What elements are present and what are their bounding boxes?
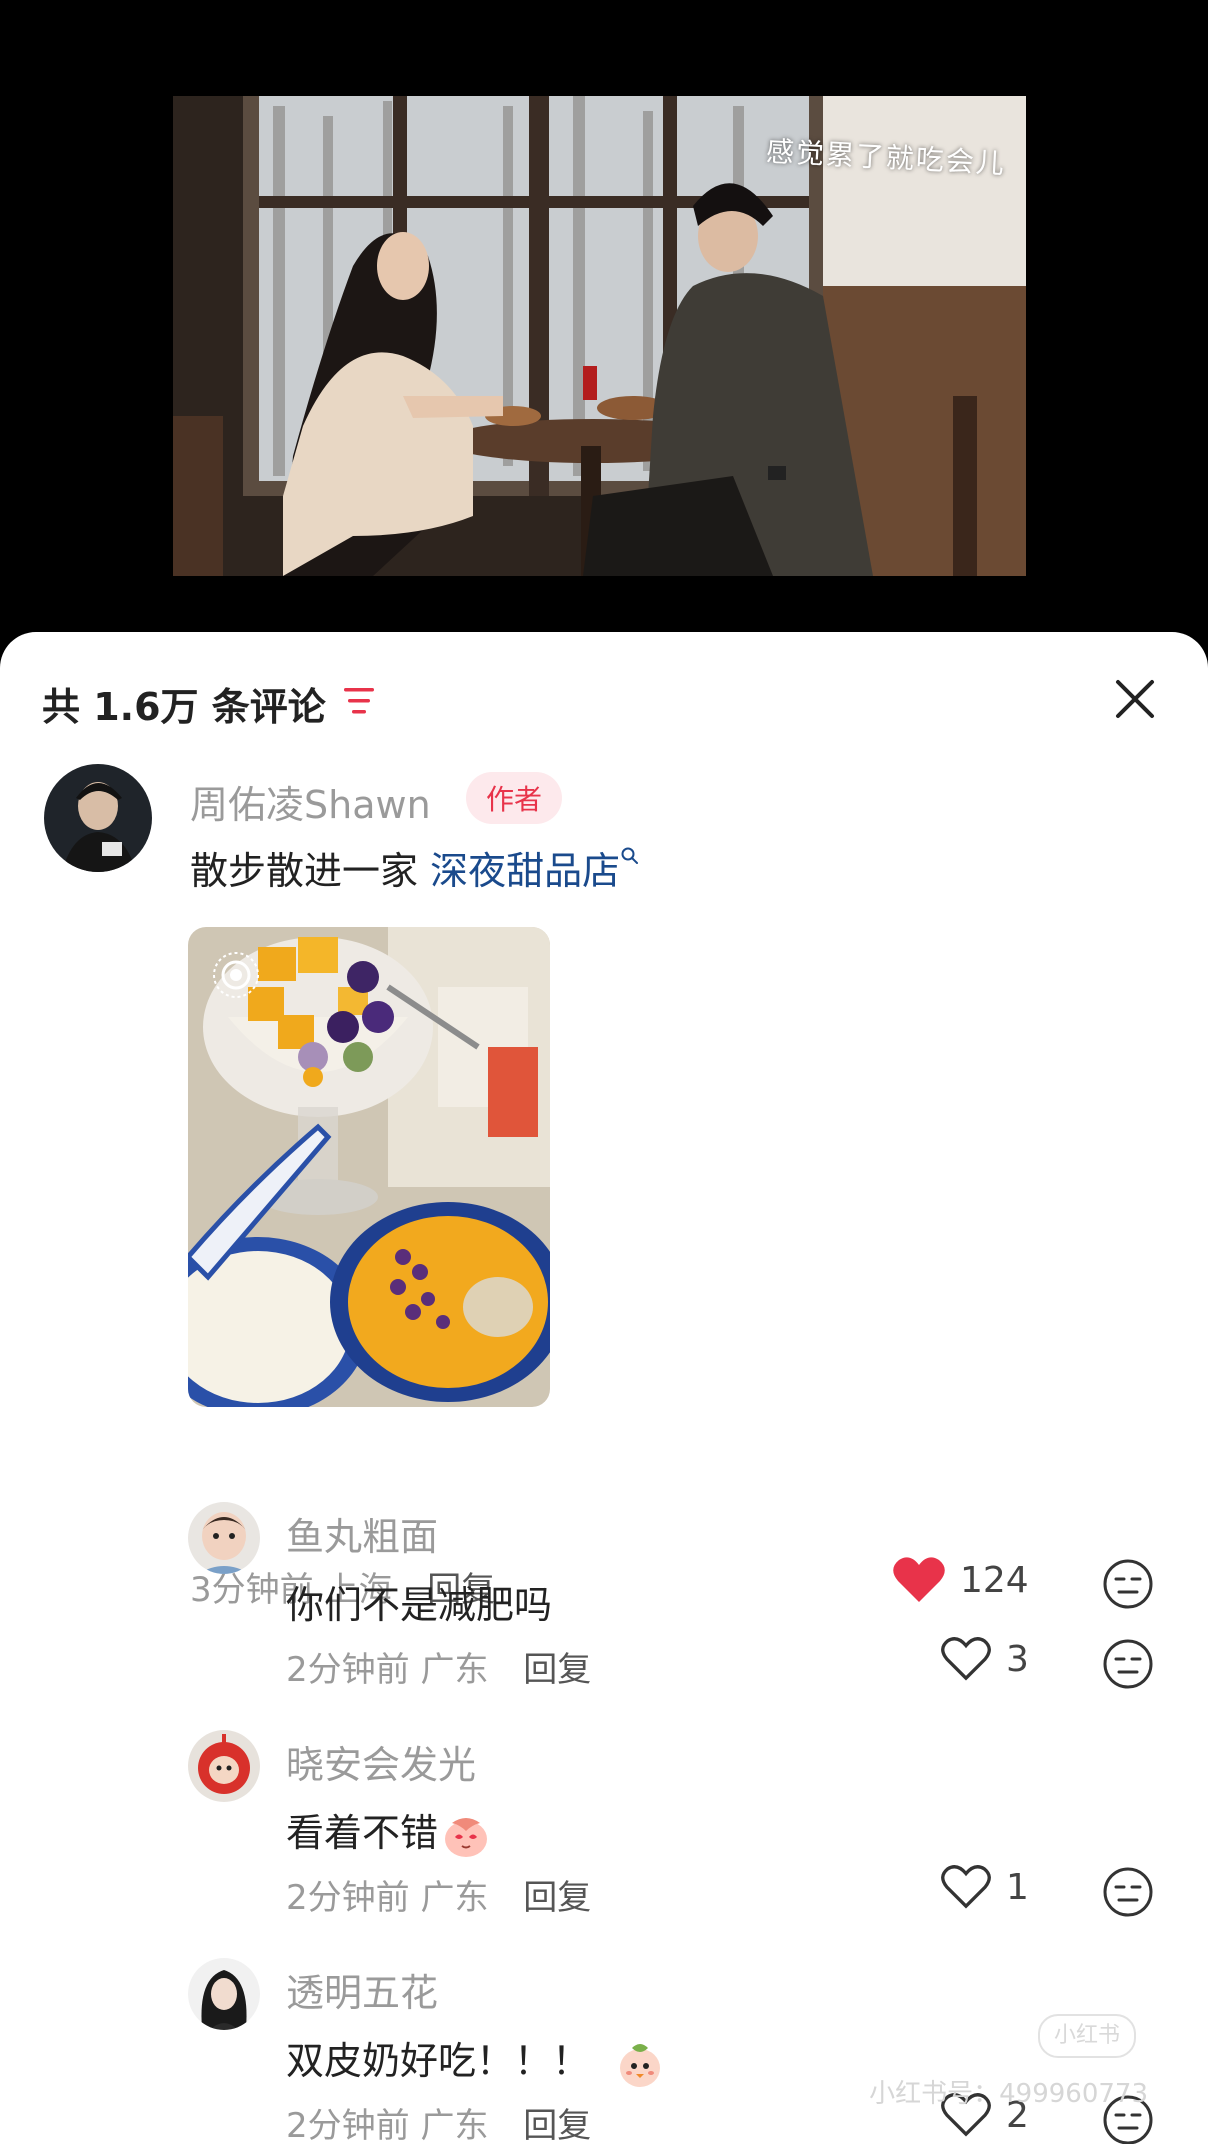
avatar[interactable] <box>188 1958 260 2030</box>
comment-item: 透明五花 双皮奶好吃！！！ 2分钟前 广东 回复 2 <box>0 1958 1208 2144</box>
search-keyword-link[interactable]: 深夜甜品店 <box>430 849 620 893</box>
author-name[interactable]: 晓安会发光 <box>286 1734 476 1789</box>
comment-text-plain: 双皮奶好吃！！！ <box>286 2039 591 2083</box>
reaction-icon[interactable] <box>1102 1638 1154 1690</box>
comment-item: 周佑凌Shawn 作者 散步散进一家 深夜甜品店 3分钟前 上海 回复 124 <box>0 764 1208 1610</box>
comment-text: 你们不是减肥吗 <box>286 1583 553 1627</box>
like-button[interactable]: 1 <box>940 1864 1029 1910</box>
comment-image[interactable] <box>188 927 550 1407</box>
heart-outline-icon <box>941 1865 991 1909</box>
comment-item: 晓安会发光 看着不错 2分钟前 广东 回复 1 <box>0 1730 1208 1950</box>
comment-location: 广东 <box>420 2106 489 2144</box>
like-button[interactable]: 3 <box>940 1636 1029 1682</box>
comment-time: 2分钟前 <box>286 1650 410 1690</box>
author-name[interactable]: 周佑凌Shawn <box>190 774 431 829</box>
filter-icon[interactable] <box>342 684 378 718</box>
reply-button[interactable]: 回复 <box>523 2106 591 2144</box>
comment-meta: 2分钟前 广东 回复 <box>286 1642 591 1691</box>
watermark-logo: 小红书 <box>1038 2014 1136 2058</box>
reply-button[interactable]: 回复 <box>523 1878 591 1918</box>
avatar[interactable] <box>188 1730 260 1802</box>
comment-location: 广东 <box>420 1650 489 1690</box>
comment-text: 散步散进一家 深夜甜品店 <box>190 840 640 895</box>
comment-time: 2分钟前 <box>286 2106 410 2144</box>
blush-emoji-icon <box>445 1817 488 1857</box>
reaction-icon[interactable] <box>1102 1866 1154 1918</box>
comment-item: 鱼丸粗面 你们不是减肥吗 2分钟前 广东 回复 3 <box>0 1502 1208 1722</box>
search-icon <box>621 847 639 864</box>
avatar[interactable] <box>188 1502 260 1574</box>
avatar[interactable] <box>44 764 152 872</box>
comment-sheet-header: 共 1.6万 条评论 <box>0 632 1208 762</box>
author-badge: 作者 <box>466 772 563 824</box>
live-photo-icon <box>213 952 259 998</box>
reply-button[interactable]: 回复 <box>523 1650 591 1690</box>
video-frame[interactable]: 感觉累了就吃会儿 <box>173 96 1026 576</box>
like-count: 3 <box>1006 1638 1029 1680</box>
comment-text-plain: 看着不错 <box>286 1811 439 1855</box>
author-name[interactable]: 鱼丸粗面 <box>286 1506 438 1561</box>
comment-text-plain: 散步散进一家 <box>190 849 431 893</box>
chick-emoji-icon <box>620 2043 661 2087</box>
author-name[interactable]: 透明五花 <box>286 1962 438 2017</box>
heart-outline-icon <box>941 1637 991 1681</box>
video-player[interactable]: 感觉累了就吃会儿 <box>0 0 1208 660</box>
comment-location: 广东 <box>420 1878 489 1918</box>
close-icon[interactable] <box>1110 674 1160 724</box>
comment-count-title: 共 1.6万 条评论 <box>42 685 326 729</box>
comment-time: 2分钟前 <box>286 1878 410 1918</box>
comment-meta: 2分钟前 广东 回复 <box>286 1870 591 1919</box>
comment-meta: 2分钟前 广东 回复 <box>286 2098 591 2144</box>
watermark: 小红书号：499960773 <box>869 2079 1148 2109</box>
comment-sheet: 共 1.6万 条评论 周佑凌Shawn 作者 散步散进一家 深夜甜品店 3分钟前… <box>0 632 1208 2144</box>
comment-text: 双皮奶好吃！！！ <box>286 2030 666 2090</box>
like-count: 1 <box>1006 1866 1029 1908</box>
comment-text: 看着不错 <box>286 1802 490 1859</box>
